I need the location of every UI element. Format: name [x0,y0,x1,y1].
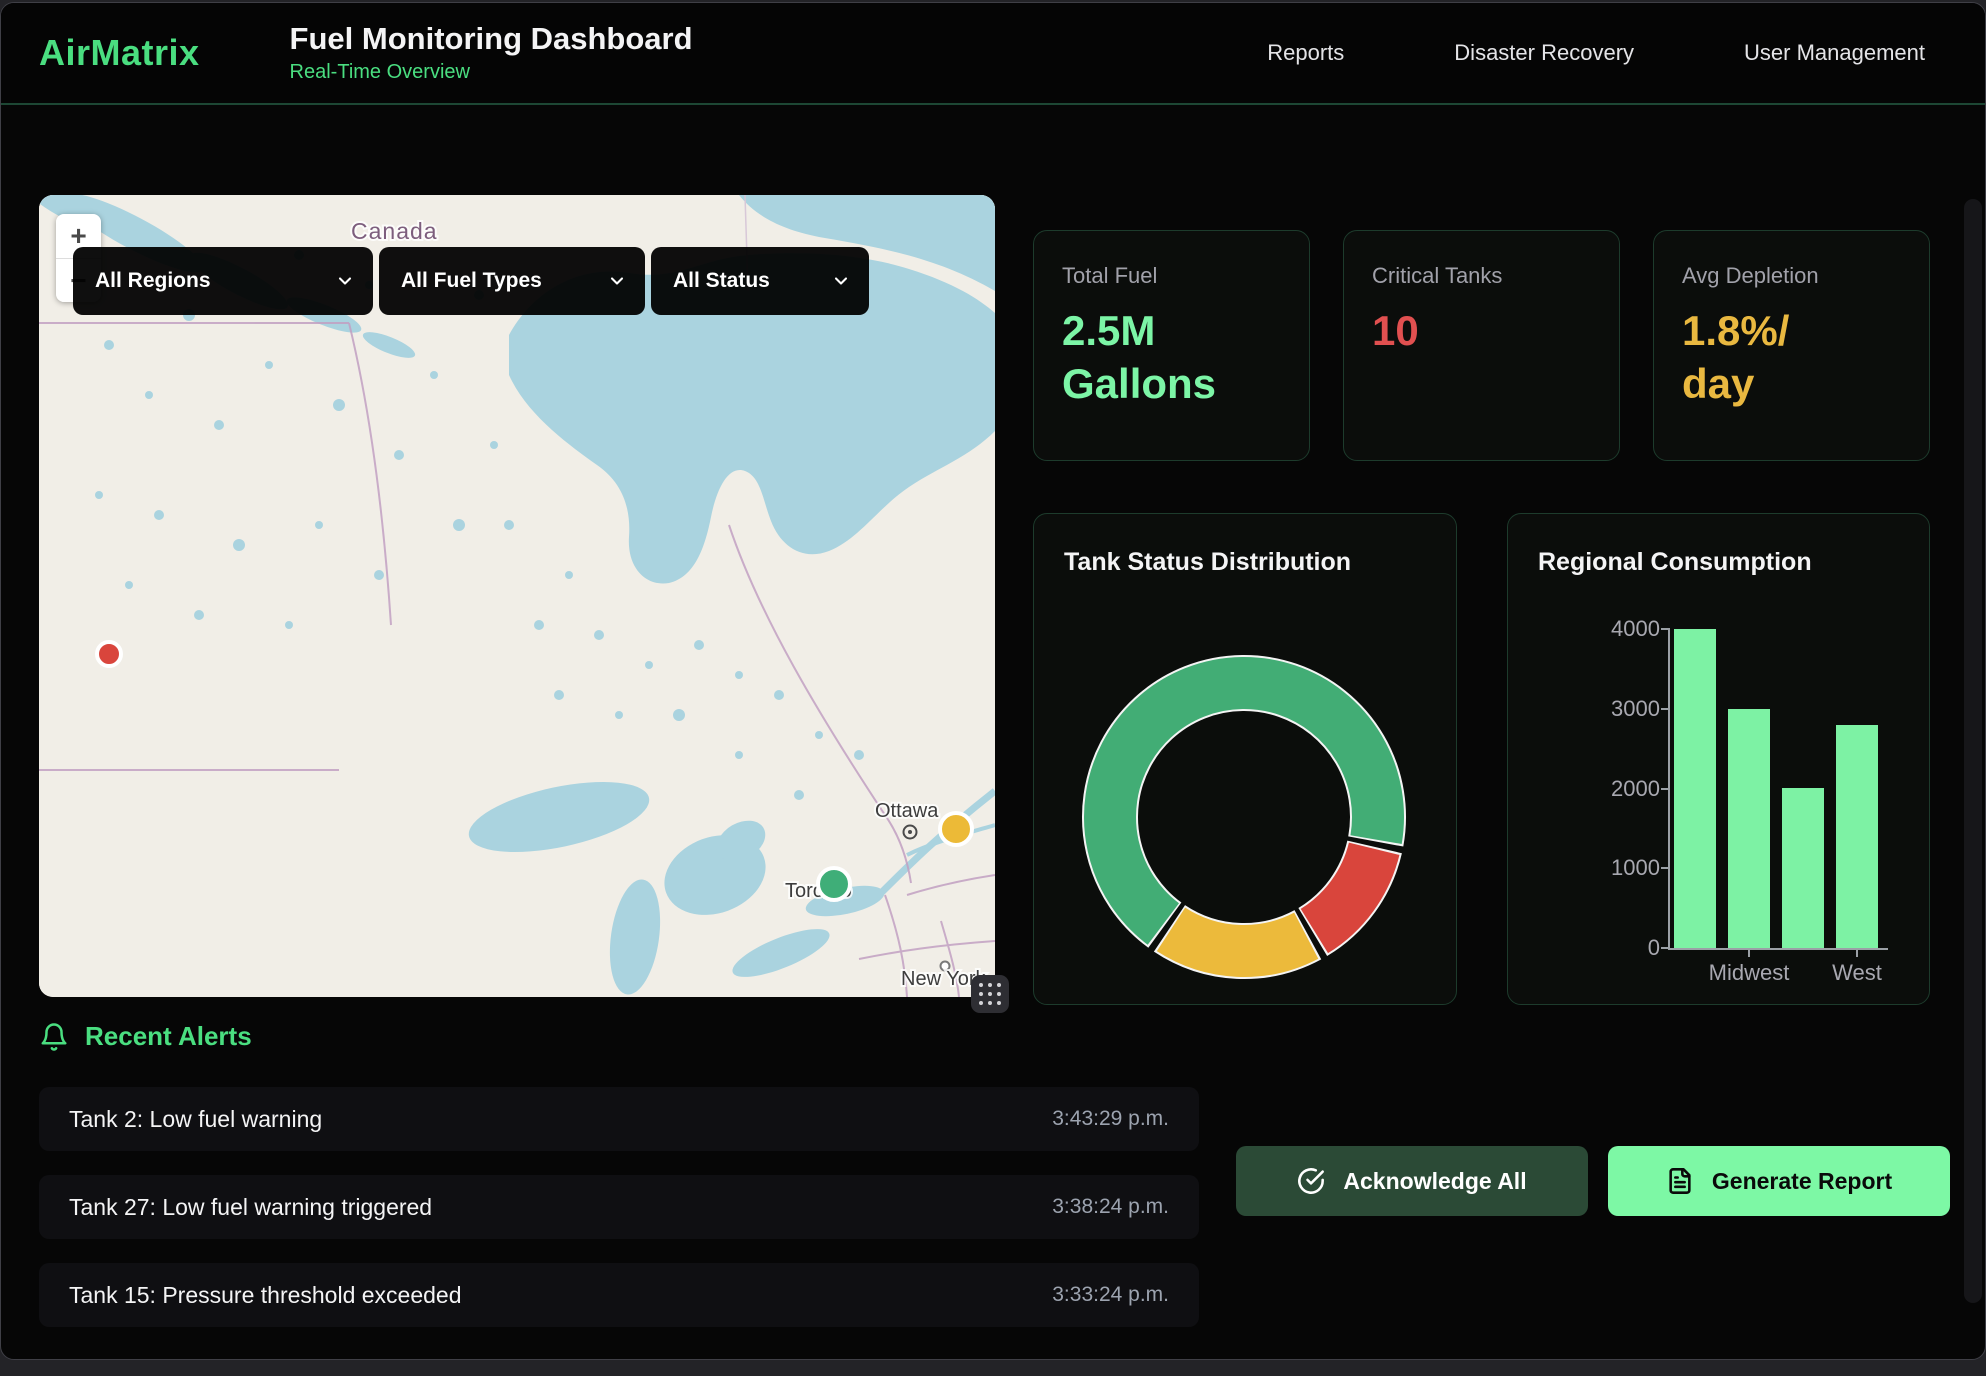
alert-message: Tank 15: Pressure threshold exceeded [69,1282,462,1309]
x-axis-tick [1856,948,1858,957]
file-text-icon [1666,1167,1694,1195]
stat-label: Avg Depletion [1682,263,1901,289]
y-axis-tick [1661,947,1670,949]
stat-label: Critical Tanks [1372,263,1591,289]
alert-row[interactable]: Tank 2: Low fuel warning 3:43:29 p.m. [39,1087,1199,1151]
x-axis-tick-label: West [1832,960,1882,986]
y-axis-tick [1661,867,1670,869]
y-axis-tick-label: 0 [1648,935,1660,961]
map-resize-handle[interactable] [971,975,1009,1013]
nav-reports[interactable]: Reports [1267,40,1344,66]
map-panel[interactable]: Canada Ottawa Toronto New York + − All R… [39,195,995,997]
y-axis-tick [1661,628,1670,630]
status-filter-value: All Status [673,269,770,293]
nav-disaster-recovery[interactable]: Disaster Recovery [1454,40,1634,66]
y-axis-tick [1661,788,1670,790]
alert-message: Tank 2: Low fuel warning [69,1106,322,1133]
map-label-country: Canada [351,218,438,244]
x-axis-tick [1748,948,1750,957]
tank-marker-green[interactable] [818,868,850,900]
region-filter-value: All Regions [95,269,211,293]
stat-value-total-fuel: 2.5M Gallons [1062,305,1281,410]
acknowledge-all-label: Acknowledge All [1343,1168,1526,1195]
tank-status-doughnut-chart [1034,514,1458,1006]
y-axis-tick-label: 3000 [1611,696,1660,722]
status-filter-dropdown[interactable]: All Status [651,247,869,315]
brand-logo[interactable]: AirMatrix [39,32,200,74]
stat-label: Total Fuel [1062,263,1281,289]
map-filters: All Regions All Fuel Types All Status [73,247,869,315]
nav-user-management[interactable]: User Management [1744,40,1925,66]
acknowledge-all-button[interactable]: Acknowledge All [1236,1146,1588,1216]
fuel-type-filter-dropdown[interactable]: All Fuel Types [379,247,645,315]
alert-row[interactable]: Tank 15: Pressure threshold exceeded 3:3… [39,1263,1199,1327]
y-axis-tick [1661,708,1670,710]
fuel-type-filter-value: All Fuel Types [401,269,542,293]
alert-message: Tank 27: Low fuel warning triggered [69,1194,432,1221]
bar [1674,629,1716,948]
regional-consumption-bar-chart: 01000200030004000MidwestWest [1668,629,1888,950]
tank-marker-red[interactable] [97,642,121,666]
chevron-down-icon [831,271,851,291]
recent-alerts-header: Recent Alerts [39,1021,252,1052]
y-axis-tick-label: 1000 [1611,855,1660,881]
chevron-down-icon [607,271,627,291]
check-circle-icon [1297,1167,1325,1195]
stat-card-avg-depletion: Avg Depletion 1.8%/ day [1653,230,1930,461]
stat-card-critical-tanks: Critical Tanks 10 [1343,230,1620,461]
map-label-ottawa: Ottawa [875,800,939,822]
generate-report-label: Generate Report [1712,1168,1892,1195]
regional-consumption-chart-card: Regional Consumption 01000200030004000Mi… [1507,513,1930,1005]
alert-time: 3:38:24 p.m. [1052,1195,1169,1219]
bar [1836,725,1878,948]
donut-segment-yellow [1171,929,1306,951]
alert-time: 3:43:29 p.m. [1052,1107,1169,1131]
alert-time: 3:33:24 p.m. [1052,1283,1169,1307]
page-subtitle: Real-Time Overview [290,61,693,84]
tank-marker-yellow[interactable] [940,813,972,845]
page-title: Fuel Monitoring Dashboard [290,22,693,56]
app-window: AirMatrix Fuel Monitoring Dashboard Real… [0,2,1986,1360]
stat-value-critical-tanks: 10 [1372,305,1591,358]
chevron-down-icon [335,271,355,291]
tank-status-chart-card: Tank Status Distribution [1033,513,1457,1005]
main-nav: Reports Disaster Recovery User Managemen… [1267,40,1925,66]
stat-card-total-fuel: Total Fuel 2.5M Gallons [1033,230,1310,461]
x-axis-tick-label: Midwest [1709,960,1790,986]
y-axis-tick-label: 4000 [1611,616,1660,642]
recent-alerts-title: Recent Alerts [85,1021,252,1052]
map-canvas[interactable]: Canada Ottawa Toronto New York [39,195,995,997]
title-block: Fuel Monitoring Dashboard Real-Time Over… [290,22,693,83]
bell-icon [39,1022,69,1052]
region-filter-dropdown[interactable]: All Regions [73,247,373,315]
navbar: AirMatrix Fuel Monitoring Dashboard Real… [1,3,1985,105]
bar [1782,788,1824,948]
map-svg: Canada Ottawa Toronto New York [39,195,995,997]
bar [1728,709,1770,948]
stat-value-avg-depletion: 1.8%/ day [1682,305,1901,410]
chart-title-regional-consumption: Regional Consumption [1508,514,1929,577]
alert-row[interactable]: Tank 27: Low fuel warning triggered 3:38… [39,1175,1199,1239]
generate-report-button[interactable]: Generate Report [1608,1146,1950,1216]
scrollbar[interactable] [1964,199,1982,1303]
y-axis-tick-label: 2000 [1611,776,1660,802]
